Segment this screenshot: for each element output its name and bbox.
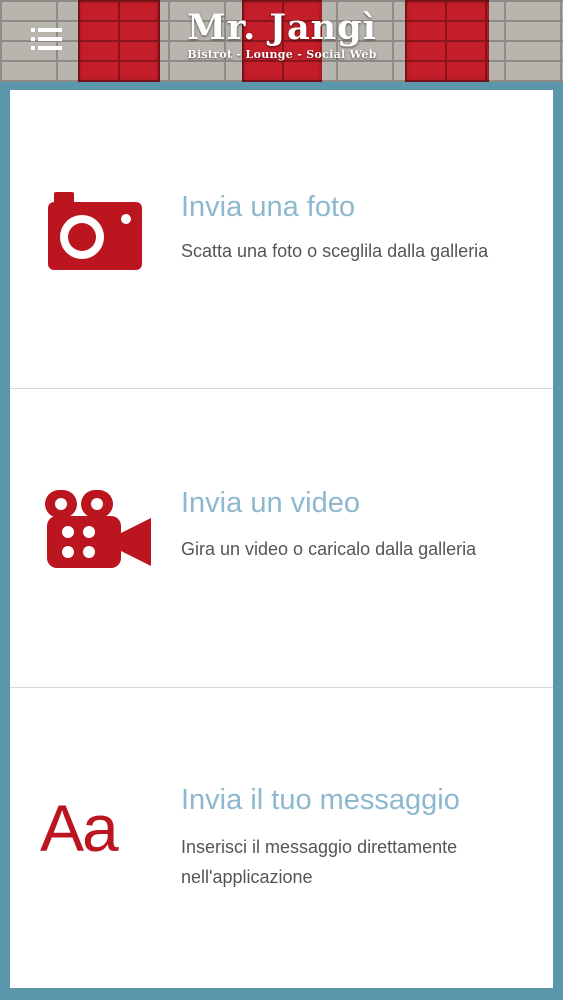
actions-list: Invia una foto Scatta una foto o sceglil… [10, 90, 553, 988]
send-video-item[interactable]: Invia un video Gira un video o caricalo … [10, 389, 553, 687]
send-message-item[interactable]: Aa Invia il tuo messaggio Inserisci il m… [10, 688, 553, 988]
item-description: Inserisci il messaggio direttamente nell… [181, 837, 458, 887]
brand-logo: Mr. Jangì Bistrot - Lounge - Social Web [170, 8, 394, 62]
video-camera-icon [45, 490, 151, 568]
item-description: Scatta una foto o sceglila dalla galleri… [181, 241, 489, 261]
send-photo-item[interactable]: Invia una foto Scatta una foto o sceglil… [10, 90, 553, 388]
red-brick-column [405, 0, 489, 82]
item-title: Invia il tuo messaggio [181, 784, 460, 816]
logo-subtitle: Bistrot - Lounge - Social Web [187, 48, 377, 61]
menu-button[interactable] [28, 24, 64, 56]
hamburger-menu-icon [31, 28, 62, 50]
item-description: Gira un video o caricalo dalla galleria [181, 539, 477, 559]
item-title: Invia un video [181, 487, 360, 519]
item-title: Invia una foto [181, 191, 356, 223]
bottom-frame [0, 988, 563, 1000]
camera-icon [48, 192, 142, 270]
logo-title: Mr. Jangì [187, 7, 377, 48]
red-brick-column [78, 0, 160, 82]
app-header: Mr. Jangì Bistrot - Lounge - Social Web [0, 0, 563, 82]
text-icon: Aa [40, 791, 119, 865]
